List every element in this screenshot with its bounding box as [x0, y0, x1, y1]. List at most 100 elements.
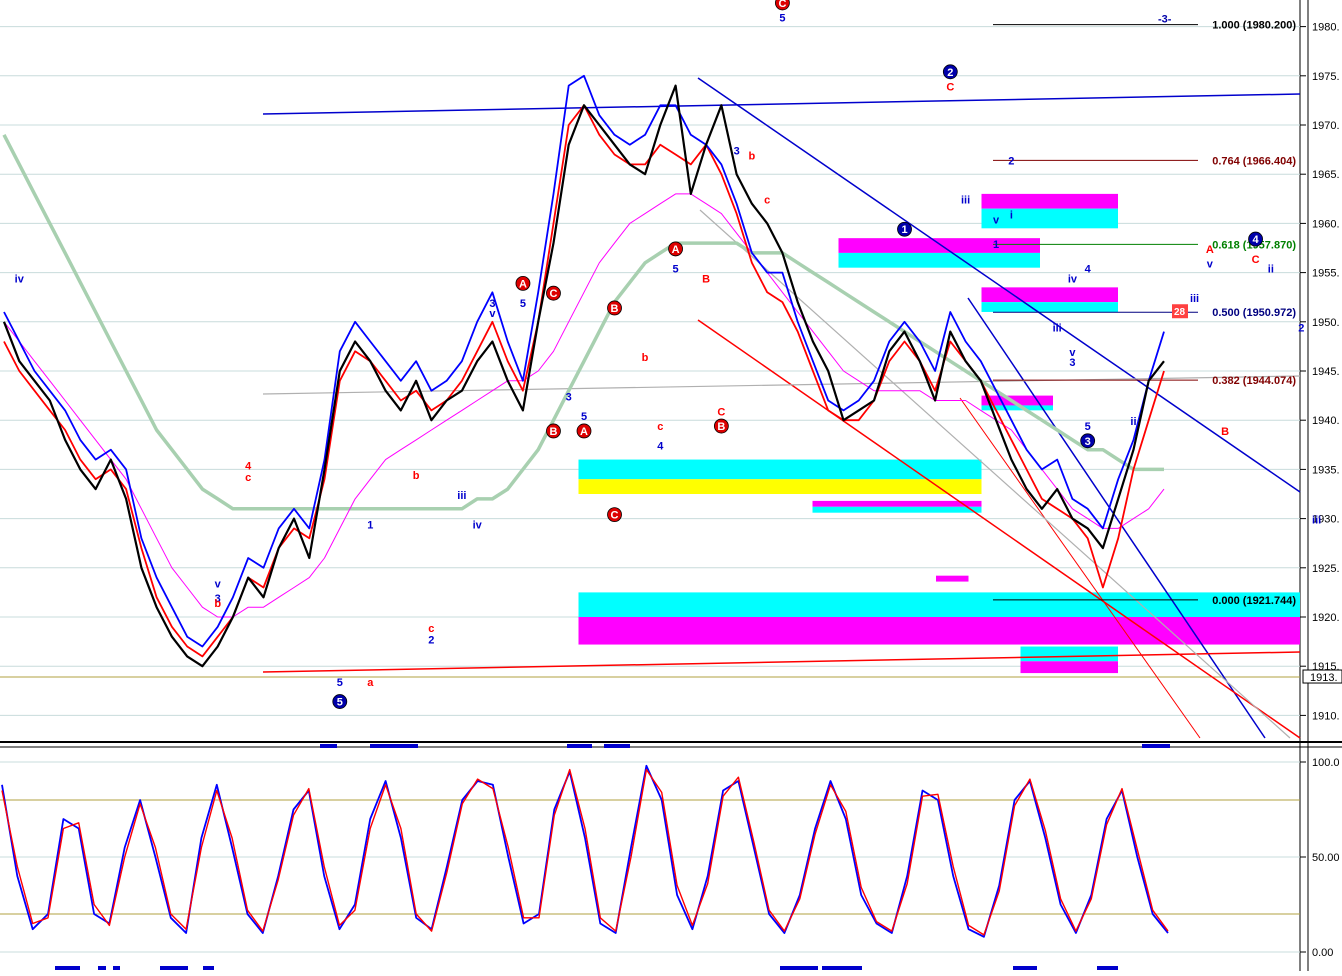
session-marker	[1142, 744, 1170, 748]
session-marker	[370, 744, 418, 748]
wave-label: v	[1207, 259, 1214, 271]
osc-tick-label: 0.00	[1312, 947, 1333, 959]
wave-label: 5	[337, 677, 343, 689]
wave-label: iii	[1312, 515, 1321, 527]
wave-label: iii	[457, 490, 466, 502]
session-marker	[567, 744, 592, 748]
wave-label: B	[717, 421, 725, 433]
wave-label: A	[519, 278, 527, 290]
price-tick-label: 1940.	[1312, 415, 1340, 427]
target-zone	[936, 575, 969, 582]
wave-label: 5	[779, 13, 785, 25]
wave-label: B	[611, 303, 619, 315]
target-zone	[578, 592, 1300, 617]
wave-label: C	[611, 510, 619, 522]
wave-label: v	[215, 578, 222, 590]
session-marker	[822, 966, 862, 970]
wave-label: 5	[520, 298, 526, 310]
session-marker	[98, 966, 106, 970]
wave-label: 5	[581, 411, 587, 423]
wave-label: 5	[337, 697, 343, 709]
fib-level-label: 0.500 (1950.972)	[1212, 307, 1296, 319]
target-zone	[578, 459, 982, 480]
target-zone	[578, 479, 982, 494]
session-marker	[604, 744, 630, 748]
wave-label: 1	[367, 519, 373, 531]
wave-label: b	[749, 150, 756, 162]
wave-label: 2	[1298, 323, 1304, 335]
osc-tick-label: 100.0	[1312, 757, 1340, 769]
fib-level-label: 0.764 (1966.404)	[1212, 155, 1296, 167]
wave-label: iii	[1053, 323, 1062, 335]
wave-label: c	[245, 472, 251, 484]
wave-label: ii	[1268, 264, 1274, 276]
price-tick-label: 1920.	[1312, 612, 1340, 624]
wave-label: B	[1221, 426, 1229, 438]
wave-label: b	[642, 352, 649, 364]
price-tick-label: 1910.	[1312, 710, 1340, 722]
wave-label: c	[428, 623, 434, 635]
target-zone	[838, 252, 1040, 268]
price-tick-label: 1955.	[1312, 268, 1340, 280]
badge-label: 28	[1174, 307, 1186, 318]
fib-level-label: 1.000 (1980.200)	[1212, 20, 1296, 32]
wave-label: v	[993, 214, 1000, 226]
price-tick-label: 1950.	[1312, 317, 1340, 329]
wave-label: C	[946, 82, 954, 94]
price-tick-label: 1975.	[1312, 71, 1340, 83]
wave-label: A	[672, 244, 680, 256]
osc-tick-label: 50.00	[1312, 852, 1340, 864]
wave-label: 4	[1253, 234, 1260, 246]
wave-label: 5	[673, 264, 679, 276]
session-marker	[1013, 966, 1037, 970]
wave-label: 4	[1085, 264, 1092, 276]
wave-label: 4	[657, 441, 664, 453]
target-zone	[812, 506, 982, 513]
wave-label: 1	[993, 239, 999, 251]
price-tick-label: 1970.	[1312, 120, 1340, 132]
fib-level-label: 0.382 (1944.074)	[1212, 375, 1296, 387]
target-zone	[1020, 661, 1118, 674]
target-zone	[838, 238, 1040, 253]
wave-label: a	[367, 677, 374, 689]
wave-label: A	[580, 426, 588, 438]
wave-label: b	[413, 470, 420, 482]
session-marker	[320, 744, 337, 748]
price-tick-label: 1965.	[1312, 169, 1340, 181]
wave-label: B	[549, 426, 557, 438]
wave-label: 3	[734, 146, 740, 158]
session-marker	[780, 966, 818, 970]
wave-label: 3	[566, 392, 572, 404]
price-tick-label: 1980.	[1312, 22, 1340, 34]
target-zone	[812, 500, 982, 507]
wave-label: c	[657, 421, 663, 433]
price-tick-label: 1925.	[1312, 563, 1340, 575]
price-tick-label: 1960.	[1312, 218, 1340, 230]
wave-label: 1	[901, 224, 907, 236]
target-zone	[1020, 646, 1118, 662]
wave-label: iii	[961, 195, 970, 207]
target-zone	[981, 193, 1118, 209]
wave-label: c	[764, 195, 770, 207]
session-marker	[160, 966, 188, 970]
wave-label: 2	[428, 635, 434, 647]
wave-label: v	[489, 308, 496, 320]
fib-marker-label: -3-	[1158, 14, 1172, 26]
wave-label: 2	[947, 67, 953, 79]
wave-label: C	[717, 406, 725, 418]
wave-label: iv	[473, 519, 483, 531]
wave-label: C	[1252, 254, 1260, 266]
wave-label: C	[778, 0, 786, 10]
last-price-label: 1913.	[1310, 672, 1338, 684]
wave-label: 5	[1085, 421, 1091, 433]
target-zone	[981, 287, 1118, 303]
wave-label: 3	[1085, 436, 1091, 448]
chart-svg: 1980. 1975. 1970. 1965. 1960. 1955. 1950. 1945.…	[0, 0, 1342, 971]
session-marker	[203, 966, 214, 970]
wave-label: ii	[1130, 416, 1136, 428]
session-marker	[113, 966, 120, 970]
price-tick-label: 1945.	[1312, 366, 1340, 378]
price-tick-label: 1935.	[1312, 464, 1340, 476]
session-marker	[1097, 966, 1118, 970]
chart-root: 1980. 1975. 1970. 1965. 1960. 1955. 1950. 1945.…	[0, 0, 1342, 971]
